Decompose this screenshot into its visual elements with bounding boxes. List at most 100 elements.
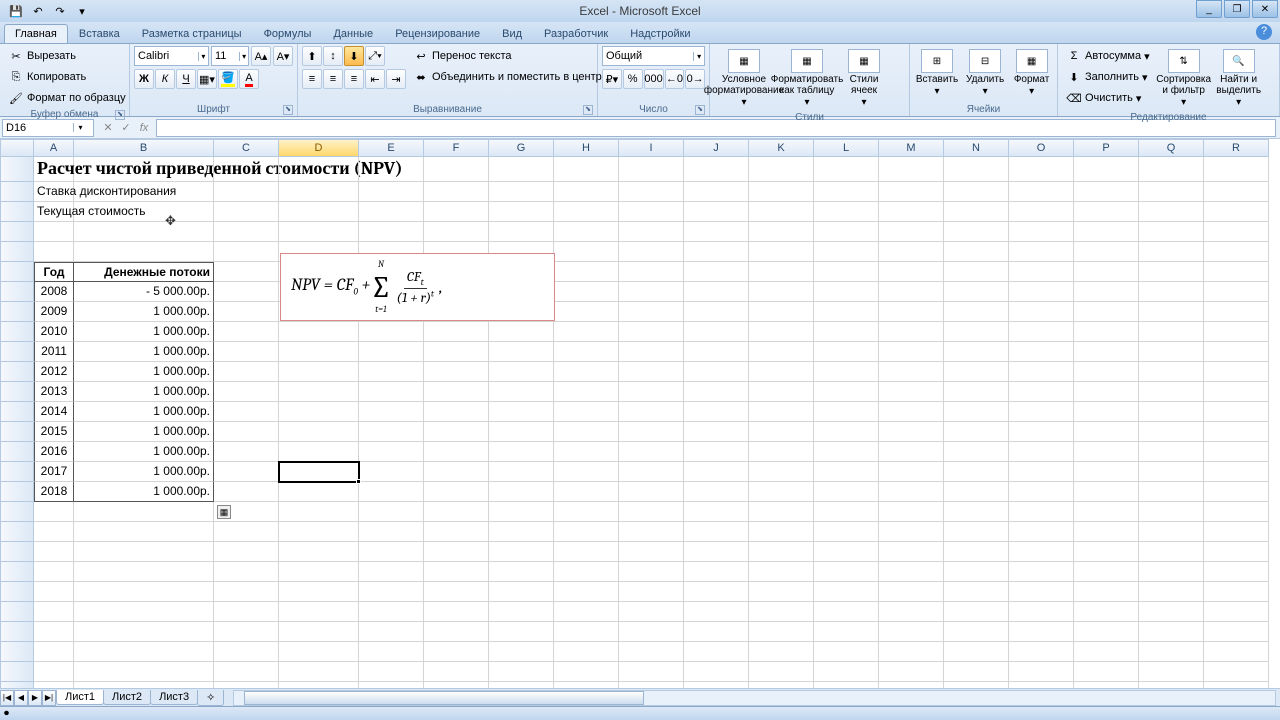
row-header-7[interactable] <box>0 282 34 302</box>
cell[interactable] <box>554 262 619 282</box>
cell[interactable] <box>1074 662 1139 682</box>
cell[interactable] <box>359 642 424 662</box>
cell[interactable] <box>879 522 944 542</box>
cell[interactable] <box>554 282 619 302</box>
cell[interactable] <box>554 422 619 442</box>
tab-review[interactable]: Рецензирование <box>384 24 491 43</box>
cell[interactable] <box>359 382 424 402</box>
cell[interactable] <box>214 482 279 502</box>
cell[interactable] <box>424 342 489 362</box>
cell[interactable] <box>944 462 1009 482</box>
cell[interactable] <box>34 602 74 622</box>
cell-styles-button[interactable]: ▦Стили ячеек▾ <box>840 46 888 111</box>
cell[interactable] <box>279 622 359 642</box>
cell[interactable] <box>1009 442 1074 462</box>
cell[interactable] <box>1074 422 1139 442</box>
font-color-button[interactable]: A <box>239 69 259 89</box>
cell[interactable] <box>749 662 814 682</box>
insert-button[interactable]: ⊞Вставить▾ <box>914 46 960 100</box>
cell[interactable] <box>74 522 214 542</box>
row-header-2[interactable] <box>0 182 34 202</box>
cell[interactable] <box>489 642 554 662</box>
cell[interactable] <box>554 362 619 382</box>
decrease-indent-button[interactable]: ⇤ <box>365 69 385 89</box>
cell[interactable] <box>684 202 749 222</box>
cell[interactable] <box>1139 282 1204 302</box>
cell[interactable] <box>1009 582 1074 602</box>
cell[interactable] <box>424 202 489 222</box>
cell[interactable] <box>424 582 489 602</box>
find-select-button[interactable]: 🔍Найти и выделить▾ <box>1214 46 1264 111</box>
cell[interactable] <box>1139 522 1204 542</box>
cell[interactable] <box>1139 662 1204 682</box>
number-format-combo[interactable]: ▾ <box>602 46 705 66</box>
sheet-tab-2[interactable]: Лист2 <box>103 690 151 705</box>
cell[interactable] <box>214 522 279 542</box>
cell[interactable] <box>684 382 749 402</box>
cell[interactable] <box>619 222 684 242</box>
row-header-12[interactable] <box>0 382 34 402</box>
cell[interactable] <box>944 482 1009 502</box>
cell[interactable] <box>619 442 684 462</box>
cell[interactable] <box>1074 562 1139 582</box>
cell[interactable] <box>814 282 879 302</box>
cell[interactable] <box>1204 382 1269 402</box>
cell[interactable] <box>749 342 814 362</box>
redo-button[interactable]: ↷ <box>50 2 70 20</box>
cell[interactable] <box>1009 302 1074 322</box>
cell[interactable] <box>1139 182 1204 202</box>
cell[interactable]: Текущая стоимость <box>34 202 74 222</box>
cell[interactable] <box>424 622 489 642</box>
cell[interactable] <box>34 582 74 602</box>
cell[interactable] <box>554 157 619 182</box>
cell[interactable] <box>879 602 944 622</box>
cell[interactable] <box>814 222 879 242</box>
cell[interactable]: Денежные потоки <box>74 262 214 282</box>
cell[interactable] <box>1204 282 1269 302</box>
cell[interactable]: 2014 <box>34 402 74 422</box>
cell[interactable] <box>1139 562 1204 582</box>
name-box-dd[interactable]: ▾ <box>73 123 87 132</box>
cell[interactable] <box>684 562 749 582</box>
sheet-nav-first[interactable]: |◀ <box>0 690 14 706</box>
cell[interactable] <box>489 602 554 622</box>
cell[interactable] <box>1139 242 1204 262</box>
cell[interactable] <box>214 262 279 282</box>
cell[interactable] <box>359 422 424 442</box>
cell[interactable]: 2009 <box>34 302 74 322</box>
cell[interactable] <box>1074 157 1139 182</box>
cell[interactable] <box>359 442 424 462</box>
cell[interactable] <box>554 442 619 462</box>
cell[interactable] <box>684 157 749 182</box>
cell[interactable] <box>359 502 424 522</box>
cell[interactable] <box>74 562 214 582</box>
cell[interactable] <box>424 482 489 502</box>
cell[interactable] <box>1009 402 1074 422</box>
align-center-button[interactable]: ≡ <box>323 69 343 89</box>
cell[interactable] <box>279 402 359 422</box>
format-as-table-button[interactable]: ▦Форматировать как таблицу▾ <box>777 46 837 111</box>
cell[interactable] <box>489 542 554 562</box>
cell[interactable] <box>1009 662 1074 682</box>
cell[interactable] <box>1074 322 1139 342</box>
cell[interactable] <box>554 322 619 342</box>
cell[interactable] <box>279 642 359 662</box>
cell[interactable] <box>489 562 554 582</box>
cell[interactable] <box>1074 262 1139 282</box>
cell[interactable]: 1 000.00р. <box>74 442 214 462</box>
cell[interactable] <box>34 522 74 542</box>
cell[interactable] <box>1204 602 1269 622</box>
cell[interactable] <box>1074 402 1139 422</box>
cell[interactable] <box>424 642 489 662</box>
cell[interactable] <box>749 522 814 542</box>
cell[interactable] <box>1204 522 1269 542</box>
cell[interactable] <box>879 222 944 242</box>
cell[interactable] <box>749 182 814 202</box>
cell[interactable] <box>879 482 944 502</box>
new-sheet-button[interactable]: ✧ <box>197 690 224 706</box>
cell[interactable] <box>279 502 359 522</box>
cell[interactable] <box>214 462 279 482</box>
cell[interactable] <box>1009 522 1074 542</box>
col-header-D[interactable]: D <box>279 139 359 157</box>
cell[interactable] <box>554 182 619 202</box>
